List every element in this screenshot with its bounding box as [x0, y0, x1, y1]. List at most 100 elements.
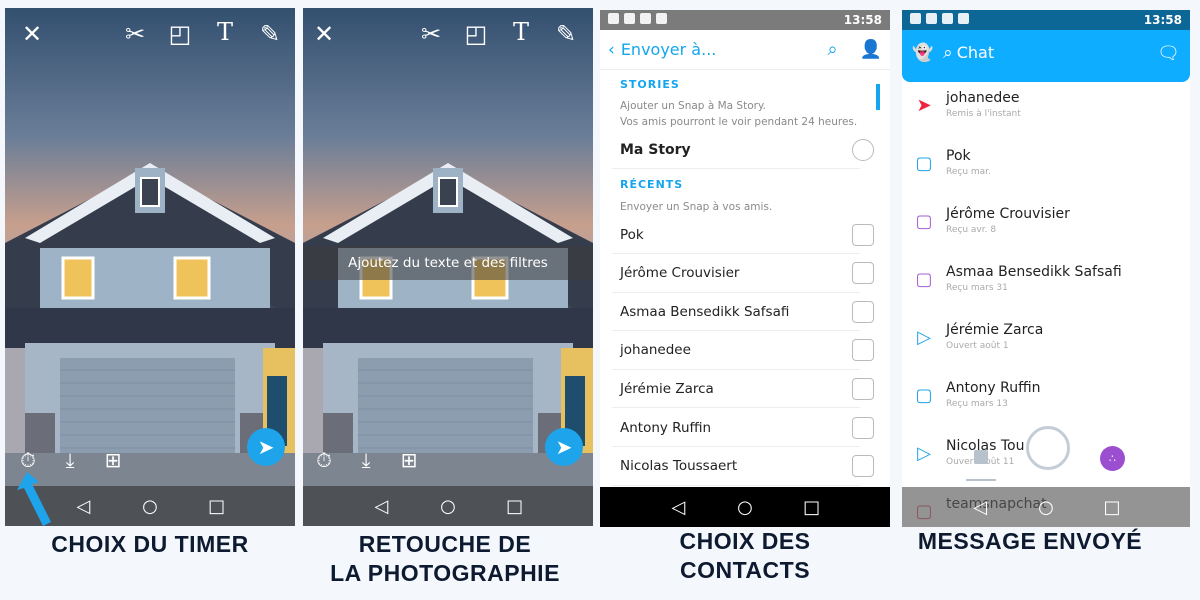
- scissors-icon[interactable]: ✂: [120, 22, 150, 46]
- download-icon[interactable]: ⤓: [351, 450, 381, 470]
- search-icon[interactable]: ⌕: [943, 43, 953, 63]
- conversation-status: Reçu mar.: [946, 167, 991, 177]
- opened-arrow-icon: ▷: [917, 443, 931, 464]
- contact-checkbox[interactable]: [852, 455, 874, 478]
- close-icon[interactable]: ✕: [309, 22, 339, 46]
- recents-heading: RÉCENTS: [620, 178, 684, 191]
- timer-screen: ✕ ✂ ◰ T ✎ ⏱ ⤓ ⊞ ➤ ◁ ○ □: [5, 8, 295, 526]
- conversation-row[interactable]: ▷ Jérémie Zarca Ouvert août 1: [902, 322, 1190, 380]
- contact-name: Nicolas Toussaert: [620, 458, 738, 475]
- recents-icon[interactable]: □: [800, 497, 824, 518]
- conversation-name: Jérémie Zarca: [946, 322, 1044, 338]
- my-story-label: Ma Story: [620, 141, 691, 158]
- status-bar: 13:58: [600, 10, 890, 30]
- back-icon[interactable]: ◁: [71, 496, 95, 517]
- timer-icon[interactable]: ⏱: [13, 450, 43, 470]
- stories-icon[interactable]: ∴: [1100, 446, 1125, 471]
- contact-checkbox[interactable]: [852, 416, 874, 439]
- android-nav-bar: ◁ ○ □: [303, 486, 593, 526]
- add-story-icon[interactable]: ⊞: [98, 450, 128, 470]
- contact-row[interactable]: Asmaa Bensedikk Safsafi: [612, 293, 874, 332]
- back-icon[interactable]: ◁: [666, 497, 690, 518]
- timer-icon[interactable]: ⏱: [309, 450, 339, 470]
- sticker-icon[interactable]: ◰: [461, 22, 491, 46]
- conversation-row[interactable]: ➤ johanedee Remis à l'instant: [902, 90, 1190, 148]
- stories-hint: Vos amis pourront le voir pendant 24 heu…: [620, 116, 858, 128]
- recents-icon[interactable]: □: [503, 496, 527, 517]
- home-icon[interactable]: ○: [733, 497, 757, 518]
- home-icon[interactable]: ○: [436, 496, 460, 517]
- opened-arrow-icon: ▷: [917, 327, 931, 348]
- scissors-icon[interactable]: ✂: [416, 22, 446, 46]
- contacts-header: ‹ Envoyer à... ⌕ 👤: [600, 30, 890, 70]
- contact-name: johanedee: [620, 342, 691, 359]
- conversation-status: Ouvert août 1: [946, 341, 1009, 351]
- caption-edit: RETOUCHE DE LA PHOTOGRAPHIE: [295, 530, 595, 588]
- contact-checkbox[interactable]: [852, 339, 874, 362]
- chat-bubble-icon: ▢: [915, 385, 933, 406]
- caption-line: RETOUCHE DE: [358, 531, 532, 557]
- contacts-screen: 13:58 ‹ Envoyer à... ⌕ 👤 STORIES Ajouter…: [600, 10, 890, 527]
- contact-checkbox[interactable]: [852, 223, 874, 246]
- text-icon[interactable]: T: [506, 20, 536, 44]
- contact-checkbox[interactable]: [852, 262, 874, 285]
- text-icon[interactable]: T: [210, 20, 240, 44]
- add-friend-icon[interactable]: 👤: [860, 39, 882, 60]
- status-bar: 13:58: [902, 10, 1190, 30]
- recents-icon[interactable]: □: [205, 496, 229, 517]
- android-nav-bar: ◁ ○ □: [600, 487, 890, 527]
- pencil-icon[interactable]: ✎: [255, 22, 285, 46]
- contact-name: Jérôme Crouvisier: [620, 265, 740, 282]
- header-title: Chat: [956, 43, 995, 62]
- contact-name: Jérémie Zarca: [620, 380, 714, 397]
- back-icon[interactable]: ◁: [369, 496, 393, 517]
- caption-line: CONTACTS: [679, 557, 811, 583]
- caption-line: LA PHOTOGRAPHIE: [330, 560, 560, 586]
- send-button[interactable]: ➤: [545, 428, 583, 466]
- my-story-row[interactable]: Ma Story: [612, 131, 874, 169]
- home-icon[interactable]: ○: [1034, 497, 1058, 518]
- status-time: 13:58: [1143, 13, 1182, 27]
- new-chat-icon[interactable]: 🗨: [1157, 43, 1180, 64]
- contact-row[interactable]: johanedee: [612, 332, 874, 370]
- pencil-icon[interactable]: ✎: [551, 22, 581, 46]
- send-button[interactable]: ➤: [247, 428, 285, 466]
- recents-icon[interactable]: □: [1100, 497, 1124, 518]
- conversation-row[interactable]: ▢ Asmaa Bensedikk Safsafi Reçu mars 31: [902, 264, 1190, 322]
- conversation-row[interactable]: ▢ Jérôme Crouvisier Reçu avr. 8: [902, 206, 1190, 264]
- conversation-name: Pok: [946, 148, 971, 164]
- contact-checkbox[interactable]: [852, 300, 874, 323]
- sticker-icon[interactable]: ◰: [165, 22, 195, 46]
- contact-checkbox[interactable]: [852, 377, 874, 400]
- conversation-status: Reçu mars 13: [946, 399, 1008, 409]
- contact-row[interactable]: Jérôme Crouvisier: [612, 255, 874, 293]
- chat-tab-icon[interactable]: [974, 450, 988, 464]
- contact-name: Pok: [620, 226, 644, 243]
- conversation-name: johanedee: [946, 90, 1020, 106]
- camera-button[interactable]: [1026, 426, 1070, 470]
- contact-row[interactable]: Nicolas Toussaert: [612, 448, 874, 486]
- add-story-icon[interactable]: ⊞: [394, 450, 424, 470]
- contact-row[interactable]: Pok: [612, 216, 874, 254]
- caption-line: CHOIX DES: [679, 528, 811, 554]
- scrollbar[interactable]: [876, 84, 880, 110]
- recents-hint: Envoyer un Snap à vos amis.: [620, 201, 773, 213]
- story-radio[interactable]: [852, 138, 874, 161]
- contact-name: Asmaa Bensedikk Safsafi: [620, 303, 790, 320]
- conversation-row[interactable]: ▢ Pok Reçu mar.: [902, 148, 1190, 206]
- received-snap-icon: ▢: [915, 211, 933, 232]
- back-icon[interactable]: ◁: [968, 497, 992, 518]
- download-icon[interactable]: ⤓: [55, 450, 85, 470]
- edit-screen: ✕ ✂ ◰ T ✎ Ajoutez du texte et des filtre…: [303, 8, 593, 526]
- chat-screen: 13:58 👻 ⌕ Chat 🗨 ➤ johanedee Remis à l'ins…: [902, 10, 1190, 527]
- sent-filled-icon: ➤: [916, 95, 932, 116]
- ghost-icon[interactable]: 👻: [912, 43, 933, 63]
- android-nav-bar: ◁ ○ □: [5, 486, 295, 526]
- search-icon[interactable]: ⌕: [827, 39, 837, 60]
- close-icon[interactable]: ✕: [17, 22, 47, 46]
- contact-row[interactable]: Jérémie Zarca: [612, 370, 874, 409]
- back-chevron-icon[interactable]: ‹: [608, 40, 615, 60]
- text-banner[interactable]: Ajoutez du texte et des filtres: [303, 246, 593, 280]
- home-icon[interactable]: ○: [138, 496, 162, 517]
- contact-row[interactable]: Antony Ruffin: [612, 409, 874, 447]
